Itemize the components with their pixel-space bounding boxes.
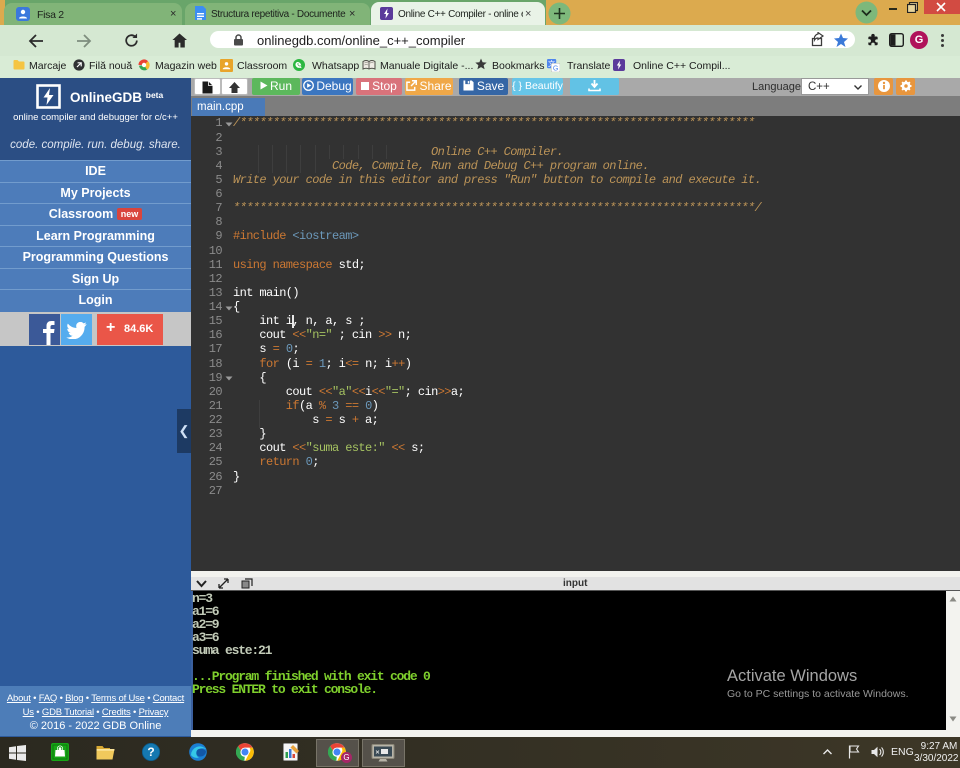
svg-text:G: G — [553, 65, 558, 72]
svg-text:?: ? — [147, 745, 154, 759]
